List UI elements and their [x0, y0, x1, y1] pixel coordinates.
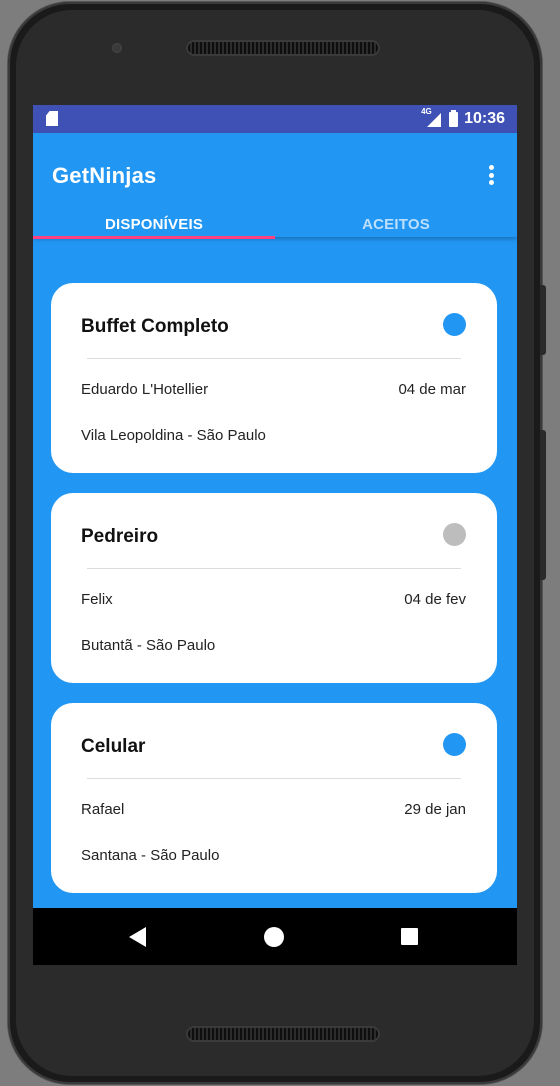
- client-name: Felix: [81, 591, 113, 608]
- bottom-speaker-grille: [186, 1026, 380, 1042]
- more-options-icon[interactable]: [481, 163, 501, 187]
- front-camera: [112, 43, 122, 53]
- battery-icon: [449, 109, 459, 127]
- status-dot-icon: [443, 523, 466, 546]
- job-title: Celular: [81, 736, 146, 757]
- job-date: 29 de jan: [404, 801, 466, 818]
- tab-indicator: [33, 236, 275, 239]
- status-dot-icon: [443, 313, 466, 336]
- job-card[interactable]: Celular Rafael 29 de jan Santana - São P…: [51, 703, 497, 893]
- tab-label: ACEITOS: [362, 215, 430, 233]
- tab-bar: DISPONÍVEIS ACEITOS: [33, 209, 517, 265]
- divider: [87, 568, 461, 569]
- job-title: Pedreiro: [81, 526, 159, 547]
- job-list: Buffet Completo Eduardo L'Hotellier 04 d…: [51, 283, 497, 913]
- divider: [87, 778, 461, 779]
- job-location: Butantã - São Paulo: [81, 637, 216, 654]
- sd-card-icon: [46, 111, 58, 126]
- job-location: Santana - São Paulo: [81, 847, 220, 864]
- volume-buttons[interactable]: [540, 430, 546, 580]
- job-card[interactable]: Pedreiro Felix 04 de fev Butantã - São P…: [51, 493, 497, 683]
- status-dot-icon: [443, 733, 466, 756]
- tab-disponiveis[interactable]: DISPONÍVEIS: [33, 209, 275, 265]
- job-date: 04 de mar: [398, 381, 466, 398]
- job-date: 04 de fev: [404, 591, 466, 608]
- signal-icon: 4G: [421, 107, 443, 127]
- power-button[interactable]: [540, 285, 546, 355]
- job-card[interactable]: Buffet Completo Eduardo L'Hotellier 04 d…: [51, 283, 497, 473]
- home-icon[interactable]: [264, 927, 284, 947]
- top-speaker-grille: [186, 40, 380, 56]
- tab-label: DISPONÍVEIS: [104, 215, 204, 233]
- status-indicators: 4G 10:36: [421, 107, 505, 129]
- recents-icon[interactable]: [401, 928, 418, 945]
- navigation-bar: [33, 908, 517, 965]
- status-bar: 4G 10:36: [33, 105, 517, 133]
- clock: 10:36: [464, 110, 505, 127]
- app-title: GetNinjas: [52, 163, 157, 188]
- tab-aceitos[interactable]: ACEITOS: [275, 209, 517, 265]
- client-name: Rafael: [81, 801, 125, 818]
- app-bar: GetNinjas DISPONÍVEIS ACEITOS: [33, 133, 517, 239]
- job-title: Buffet Completo: [81, 316, 229, 337]
- client-name: Eduardo L'Hotellier: [81, 381, 209, 398]
- screen: 4G 10:36 GetNinjas DISPONÍVEIS ACEITOS B…: [33, 105, 517, 965]
- divider: [87, 358, 461, 359]
- back-icon[interactable]: [129, 927, 146, 947]
- job-location: Vila Leopoldina - São Paulo: [81, 427, 266, 444]
